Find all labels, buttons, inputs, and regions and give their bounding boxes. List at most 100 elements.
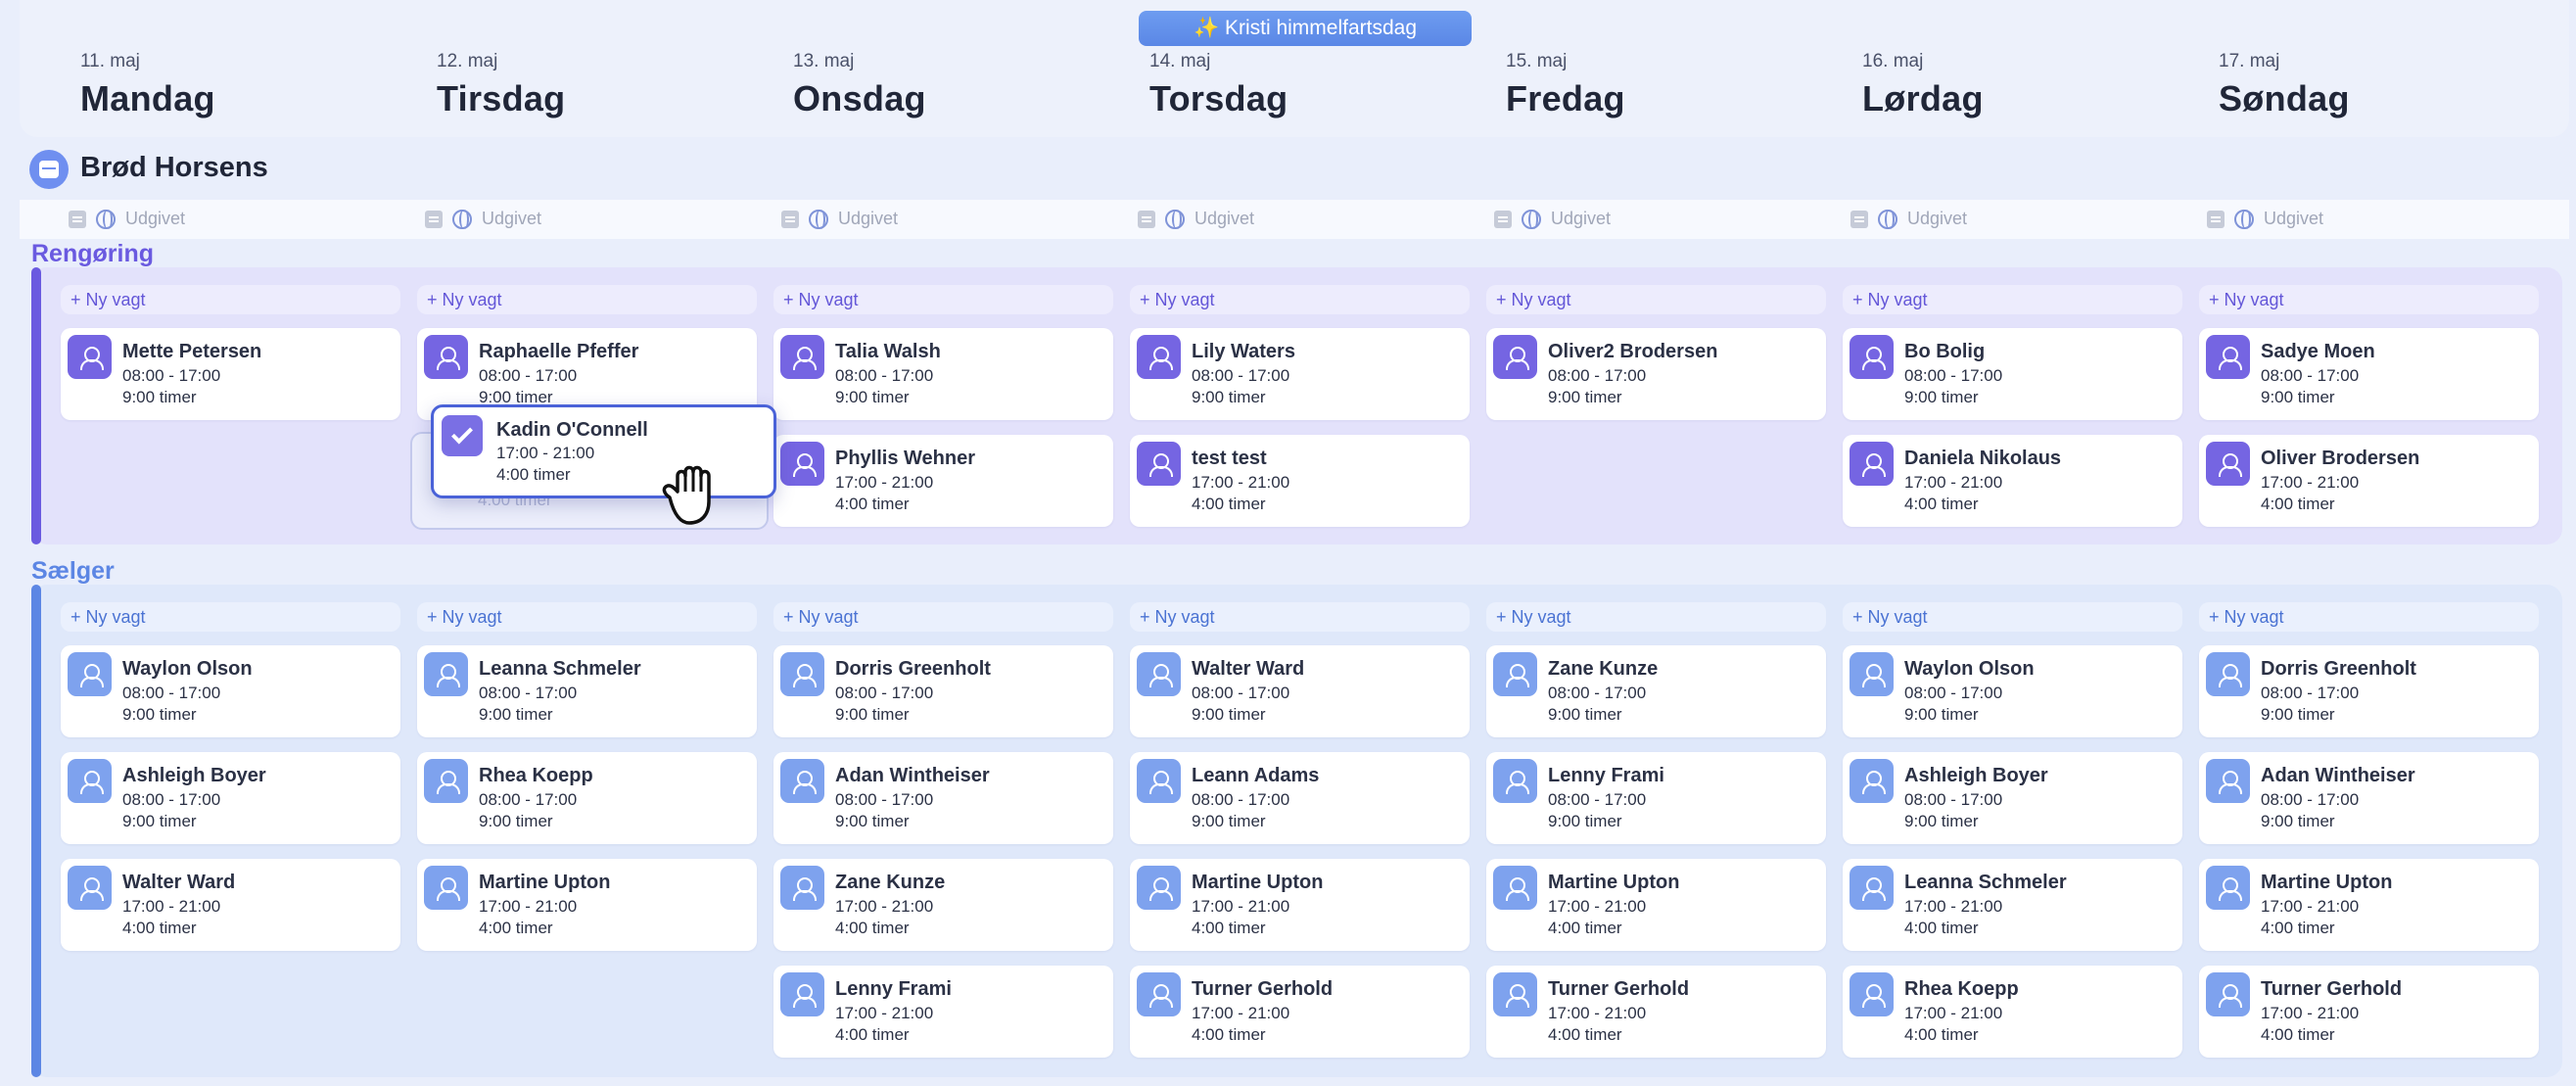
shift-card[interactable]: Zane Kunze 08:00 - 17:00 9:00 timer — [1486, 645, 1826, 737]
shift-hours: 4:00 timer — [1548, 919, 1622, 937]
published-status[interactable]: Udgivet — [2207, 209, 2323, 229]
shift-hours: 9:00 timer — [1548, 705, 1622, 724]
new-shift-button[interactable]: + Ny vagt — [1843, 285, 2182, 314]
shift-hours: 9:00 timer — [1548, 388, 1622, 406]
published-label: Udgivet — [1907, 209, 1968, 228]
new-shift-button[interactable]: + Ny vagt — [773, 285, 1113, 314]
shift-time: 17:00 - 21:00 — [1904, 473, 2003, 492]
note-icon[interactable] — [2207, 210, 2225, 228]
shift-card[interactable]: Adan Wintheiser 08:00 - 17:00 9:00 timer — [2199, 752, 2539, 844]
new-shift-button[interactable]: + Ny vagt — [773, 602, 1113, 632]
shift-card[interactable]: Turner Gerhold 17:00 - 21:00 4:00 timer — [1486, 966, 1826, 1058]
published-status[interactable]: Udgivet — [1494, 209, 1611, 229]
shift-card[interactable]: Oliver2 Brodersen 08:00 - 17:00 9:00 timer — [1486, 328, 1826, 420]
user-icon — [780, 759, 824, 803]
user-icon — [1493, 972, 1537, 1016]
shift-card[interactable]: Leanna Schmeler 17:00 - 21:00 4:00 timer — [1843, 859, 2182, 951]
shift-card[interactable]: Waylon Olson 08:00 - 17:00 9:00 timer — [1843, 645, 2182, 737]
shift-card[interactable]: Dorris Greenholt 08:00 - 17:00 9:00 timer — [2199, 645, 2539, 737]
new-shift-button[interactable]: + Ny vagt — [2199, 285, 2539, 314]
new-shift-button[interactable]: + Ny vagt — [417, 285, 757, 314]
shift-card[interactable]: Rhea Koepp 17:00 - 21:00 4:00 timer — [1843, 966, 2182, 1058]
shift-time: 17:00 - 21:00 — [1548, 1004, 1647, 1022]
shift-card[interactable]: Walter Ward 17:00 - 21:00 4:00 timer — [61, 859, 400, 951]
shift-time: 08:00 - 17:00 — [2261, 790, 2360, 809]
shift-card[interactable]: Rhea Koepp 08:00 - 17:00 9:00 timer — [417, 752, 757, 844]
holiday-badge[interactable]: ✨ Kristi himmelfartsdag — [1139, 11, 1472, 46]
new-shift-button[interactable]: + Ny vagt — [61, 285, 400, 314]
globe-icon — [452, 209, 472, 229]
location-name: Brød Horsens — [80, 152, 268, 183]
user-icon — [1137, 759, 1181, 803]
new-shift-button[interactable]: + Ny vagt — [61, 602, 400, 632]
shift-card[interactable]: Bo Bolig 08:00 - 17:00 9:00 timer — [1843, 328, 2182, 420]
shift-card[interactable]: Leanna Schmeler 08:00 - 17:00 9:00 timer — [417, 645, 757, 737]
shift-card[interactable]: Oliver Brodersen 17:00 - 21:00 4:00 timer — [2199, 435, 2539, 527]
shift-employee-name: Zane Kunze — [1548, 658, 1659, 680]
shift-hours: 9:00 timer — [479, 812, 553, 830]
shift-card[interactable]: Turner Gerhold 17:00 - 21:00 4:00 timer — [2199, 966, 2539, 1058]
shift-card[interactable]: Martine Upton 17:00 - 21:00 4:00 timer — [1130, 859, 1470, 951]
new-shift-button[interactable]: + Ny vagt — [1843, 602, 2182, 632]
shift-card[interactable]: Lenny Frami 17:00 - 21:00 4:00 timer — [773, 966, 1113, 1058]
shift-employee-name: Lily Waters — [1192, 341, 1295, 362]
note-icon[interactable] — [425, 210, 443, 228]
shift-card[interactable]: Leann Adams 08:00 - 17:00 9:00 timer — [1130, 752, 1470, 844]
new-shift-button[interactable]: + Ny vagt — [1486, 602, 1826, 632]
user-icon — [1850, 335, 1894, 379]
shift-card[interactable]: Martine Upton 17:00 - 21:00 4:00 timer — [1486, 859, 1826, 951]
note-icon[interactable] — [69, 210, 86, 228]
shift-card[interactable]: Adan Wintheiser 08:00 - 17:00 9:00 timer — [773, 752, 1113, 844]
shift-time: 08:00 - 17:00 — [835, 366, 934, 385]
shift-card[interactable]: Martine Upton 17:00 - 21:00 4:00 timer — [2199, 859, 2539, 951]
published-status[interactable]: Udgivet — [1850, 209, 1967, 229]
user-icon — [1850, 442, 1894, 486]
shift-card[interactable]: Sadye Moen 08:00 - 17:00 9:00 timer — [2199, 328, 2539, 420]
shift-card[interactable]: Talia Walsh 08:00 - 17:00 9:00 timer — [773, 328, 1113, 420]
shift-employee-name: Rhea Koepp — [1904, 978, 2019, 1000]
shift-card[interactable]: Dorris Greenholt 08:00 - 17:00 9:00 timer — [773, 645, 1113, 737]
shift-time: 08:00 - 17:00 — [479, 366, 578, 385]
shift-card[interactable]: Lenny Frami 08:00 - 17:00 9:00 timer — [1486, 752, 1826, 844]
user-icon — [1137, 866, 1181, 910]
shift-card[interactable]: Phyllis Wehner 17:00 - 21:00 4:00 timer — [773, 435, 1113, 527]
shift-card[interactable]: Ashleigh Boyer 08:00 - 17:00 9:00 timer — [61, 752, 400, 844]
shift-card[interactable]: Walter Ward 08:00 - 17:00 9:00 timer — [1130, 645, 1470, 737]
new-shift-button[interactable]: + Ny vagt — [2199, 602, 2539, 632]
published-status[interactable]: Udgivet — [69, 209, 185, 229]
shift-card[interactable]: Daniela Nikolaus 17:00 - 21:00 4:00 timer — [1843, 435, 2182, 527]
shift-card[interactable]: Mette Petersen 08:00 - 17:00 9:00 timer — [61, 328, 400, 420]
shift-time: 17:00 - 21:00 — [1192, 897, 1290, 916]
new-shift-button[interactable]: + Ny vagt — [1130, 602, 1470, 632]
globe-icon — [1522, 209, 1541, 229]
shift-hours: 4:00 timer — [1192, 1025, 1266, 1044]
note-icon[interactable] — [1494, 210, 1512, 228]
shift-card[interactable]: Turner Gerhold 17:00 - 21:00 4:00 timer — [1130, 966, 1470, 1058]
new-shift-button[interactable]: + Ny vagt — [1130, 285, 1470, 314]
published-status[interactable]: Udgivet — [781, 209, 898, 229]
day-date: 15. maj — [1506, 51, 1568, 71]
user-icon — [1493, 759, 1537, 803]
shift-time: 17:00 - 21:00 — [2261, 897, 2360, 916]
note-icon[interactable] — [781, 210, 799, 228]
shift-card[interactable]: test test 17:00 - 21:00 4:00 timer — [1130, 435, 1470, 527]
shift-card[interactable]: Zane Kunze 17:00 - 21:00 4:00 timer — [773, 859, 1113, 951]
note-icon[interactable] — [1138, 210, 1155, 228]
shift-time: 08:00 - 17:00 — [2261, 366, 2360, 385]
day-header: 15. maj Fredag — [1506, 51, 1839, 119]
user-icon — [1850, 972, 1894, 1016]
schedule-view: ✨ Kristi himmelfartsdag 11. maj Mandag 12.… — [0, 0, 2576, 1086]
published-status[interactable]: Udgivet — [425, 209, 541, 229]
shift-card[interactable]: Lily Waters 08:00 - 17:00 9:00 timer — [1130, 328, 1470, 420]
note-icon[interactable] — [1850, 210, 1868, 228]
shift-card[interactable]: Martine Upton 17:00 - 21:00 4:00 timer — [417, 859, 757, 951]
user-icon — [1137, 652, 1181, 696]
shift-employee-name: test test — [1192, 448, 1267, 469]
group-label: Sælger — [31, 557, 115, 585]
shift-card[interactable]: Ashleigh Boyer 08:00 - 17:00 9:00 timer — [1843, 752, 2182, 844]
shift-card[interactable]: Waylon Olson 08:00 - 17:00 9:00 timer — [61, 645, 400, 737]
new-shift-button[interactable]: + Ny vagt — [1486, 285, 1826, 314]
published-status[interactable]: Udgivet — [1138, 209, 1254, 229]
new-shift-button[interactable]: + Ny vagt — [417, 602, 757, 632]
user-icon — [780, 866, 824, 910]
